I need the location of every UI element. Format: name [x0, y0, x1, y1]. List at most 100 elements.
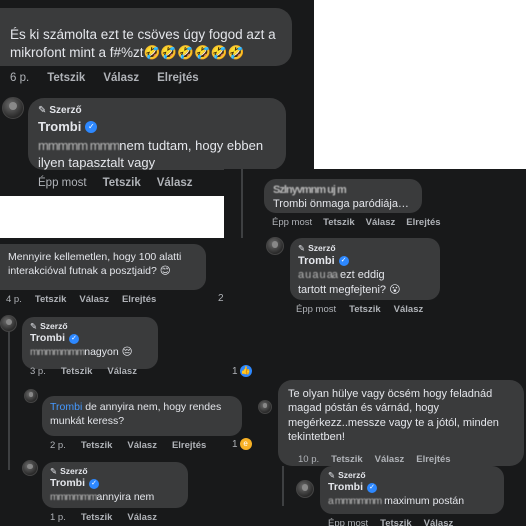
reply-bubble: Trombi de annyira nem, hogy rendes munká… — [42, 396, 242, 436]
comment-bubble: És ki számolta ezt te csöves úgy fogod a… — [0, 8, 292, 66]
comment-actions: 6 p. Tetszik Válasz Elrejtés — [10, 72, 199, 84]
blurred-name: Szlnyvmnm uj m — [273, 184, 347, 196]
avatar[interactable] — [2, 97, 24, 119]
author-badge: ✎ Szerző — [298, 243, 336, 253]
pen-icon: ✎ — [50, 466, 58, 476]
haha-reaction-icon: e — [239, 438, 252, 450]
reply-time: Épp most — [296, 304, 337, 315]
smile-emoji-icon: 😊 — [159, 264, 171, 277]
thread-line — [8, 330, 10, 470]
reply-text: mmmmm mmmnem tudtam, hogy ebben ilyen ta… — [38, 137, 264, 170]
hide-button[interactable]: Elrejtés — [416, 454, 450, 465]
comment-text: Te olyan hülye vagy öcsém hogy feladnád … — [288, 388, 499, 443]
reply-actions: Épp most Tetszik Válasz — [296, 304, 423, 315]
reply-button[interactable]: Válasz — [394, 304, 424, 315]
like-button[interactable]: Tetszik — [380, 518, 412, 526]
reply-bubble: ✎ Szerző Trombi ✓ mmmmm mmmnem tudtam, hog… — [28, 98, 286, 170]
reply-time: 1 p. — [50, 512, 66, 523]
pen-icon: ✎ — [30, 321, 38, 331]
commenter-name[interactable]: Trombi ✓ — [298, 254, 349, 268]
comment-actions: 4 p. Tetszik Válasz Elrejtés — [6, 294, 156, 305]
screenshot-panel-1: És ki számolta ezt te csöves úgy fogod a… — [0, 0, 314, 196]
reply-button[interactable]: Válasz — [375, 454, 405, 465]
reply-button[interactable]: Válasz — [424, 518, 454, 526]
author-badge: ✎ Szerző — [328, 470, 366, 480]
reply-button[interactable]: Válasz — [107, 366, 137, 377]
reply-actions: Épp most Tetszik Válasz — [328, 518, 453, 526]
avatar[interactable] — [22, 460, 38, 476]
like-button[interactable]: Tetszik — [349, 304, 381, 315]
reply-actions: 2 p. Tetszik Válasz Elrejtés — [50, 440, 206, 451]
reply-text-line-2: tartott megfejteni? 😮 — [298, 282, 401, 296]
blurred-mention: a mmmmmm — [328, 494, 382, 507]
like-button[interactable]: Tetszik — [47, 72, 85, 84]
reply-button[interactable]: Válasz — [366, 217, 396, 228]
reaction-count: 2 — [218, 293, 224, 304]
laughing-emoji-icon: 🤣🤣🤣🤣🤣🤣 — [143, 44, 245, 61]
screenshot-panel-4: Te olyan hülye vagy öcsém hogy feladnád … — [254, 316, 526, 526]
reaction-summary[interactable]: 1 👍 — [232, 365, 252, 377]
comment-time: 6 p. — [10, 72, 30, 84]
hide-button[interactable]: Elrejtés — [172, 440, 206, 451]
blurred-mention: mmmmmm — [50, 490, 97, 503]
reply-text: Trombi önmaga paródiája… — [273, 198, 409, 211]
commenter-name[interactable]: Trombi ✓ — [30, 332, 80, 346]
blurred-mention: mmmmmmm — [30, 345, 85, 358]
like-button[interactable]: Tetszik — [35, 294, 67, 305]
reply-bubble: ✎ Szerző Trombi ✓ mmmmmmannyira nem — [42, 462, 188, 508]
commenter-name[interactable]: Trombi ✓ — [328, 481, 378, 495]
reply-button[interactable]: Válasz — [127, 440, 157, 451]
pensive-emoji-icon: 😔 — [121, 345, 133, 358]
screenshot-panel-2: Szlnyvmnm uj m Trombi önmaga paródiája… … — [224, 169, 526, 321]
commenter-name[interactable]: Trombi ✓ — [38, 119, 98, 136]
thread-line — [282, 466, 284, 506]
author-badge: ✎ Szerző — [50, 466, 88, 476]
reply-actions: 3 p. Tetszik Válasz — [30, 366, 137, 377]
comment-bubble: Mennyire kellemetlen, hogy 100 alatti in… — [0, 244, 206, 290]
reaction-summary[interactable]: 1e — [232, 438, 252, 450]
avatar[interactable] — [296, 480, 314, 498]
avatar[interactable] — [266, 237, 284, 255]
reply-button[interactable]: Válasz — [127, 512, 157, 523]
like-button[interactable]: Tetszik — [61, 366, 93, 377]
reply-button[interactable]: Válasz — [157, 177, 193, 189]
thread-line — [241, 169, 243, 193]
reply-text: mmmmmmmnagyon 😔 — [30, 345, 133, 358]
reply-actions: Épp most Tetszik Válasz Elrejtés — [272, 217, 441, 228]
reply-bubble: ✎ Szerző Trombi ✓ mmmmmmmnagyon 😔 — [22, 317, 158, 369]
hide-button[interactable]: Elrejtés — [157, 72, 199, 84]
like-button[interactable]: Tetszik — [103, 177, 141, 189]
reply-time: 2 p. — [50, 440, 66, 451]
avatar[interactable] — [0, 315, 17, 332]
comment-text: Mennyire kellemetlen, hogy 100 alatti in… — [8, 251, 182, 277]
reply-text: a mmmmmm maximum postán — [328, 494, 465, 507]
pen-icon: ✎ — [38, 105, 47, 116]
like-button[interactable]: Tetszik — [331, 454, 363, 465]
comment-actions: 10 p. Tetszik Válasz Elrejtés — [298, 454, 451, 465]
author-badge: ✎ Szerző — [38, 105, 82, 116]
reply-text-line-1: a u a u aa ezt eddig — [298, 269, 385, 282]
verified-badge-icon: ✓ — [69, 333, 80, 344]
hide-button[interactable]: Elrejtés — [406, 217, 440, 228]
screenshot-panel-3: Mennyire kellemetlen, hogy 100 alatti in… — [0, 238, 258, 526]
verified-badge-icon: ✓ — [338, 256, 349, 267]
like-button[interactable]: Tetszik — [323, 217, 355, 228]
reply-bubble: Szlnyvmnm uj m Trombi önmaga paródiája… — [264, 179, 422, 213]
pen-icon: ✎ — [328, 470, 336, 480]
avatar[interactable] — [24, 389, 38, 403]
like-button[interactable]: Tetszik — [81, 440, 113, 451]
avatar[interactable] — [258, 400, 272, 414]
reply-button[interactable]: Válasz — [79, 294, 109, 305]
mention-link[interactable]: Trombi — [50, 401, 82, 413]
reply-time: Épp most — [38, 177, 87, 189]
blurred-mention: mmmmm mmm — [38, 137, 120, 153]
reply-bubble: ✎ Szerző Trombi ✓ a mmmmmm maximum postán — [320, 466, 504, 514]
reply-text: mmmmmmannyira nem — [50, 490, 155, 503]
reply-actions: Épp most Tetszik Válasz — [38, 177, 193, 189]
like-button[interactable]: Tetszik — [81, 512, 113, 523]
hide-button[interactable]: Elrejtés — [122, 294, 156, 305]
blurred-mention: a u a u aa — [298, 269, 338, 282]
reply-time: Épp most — [272, 217, 313, 228]
commenter-name[interactable]: Trombi ✓ — [50, 477, 100, 491]
reply-button[interactable]: Válasz — [103, 72, 139, 84]
